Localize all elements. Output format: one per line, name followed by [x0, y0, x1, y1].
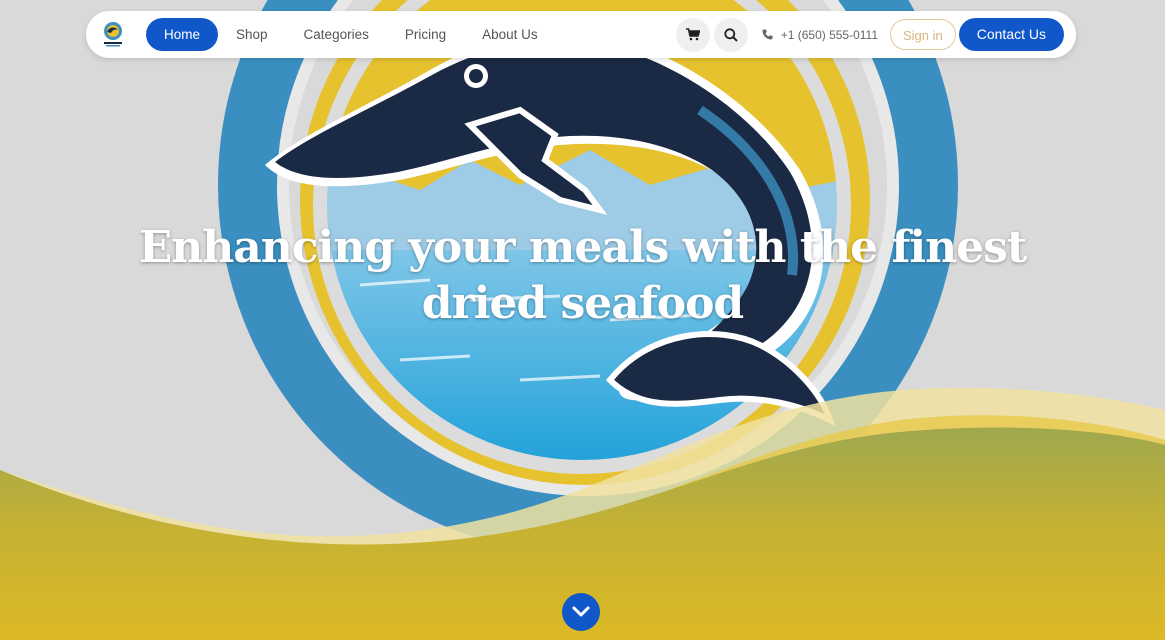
phone-contact[interactable]: +1 (650) 555-0111 — [762, 28, 878, 42]
contact-us-button[interactable]: Contact Us — [958, 18, 1064, 51]
nav-link-about-us[interactable]: About Us — [464, 18, 556, 51]
phone-number: +1 (650) 555-0111 — [780, 27, 878, 42]
dolphin-logo-icon[interactable] — [101, 21, 125, 47]
cart-button[interactable] — [675, 17, 710, 52]
nav-links: Home Shop Categories Pricing About Us — [146, 18, 556, 51]
chevron-down-icon — [572, 606, 590, 617]
cart-icon — [685, 28, 700, 41]
phone-icon — [762, 29, 773, 40]
sign-in-button[interactable]: Sign in — [890, 19, 956, 50]
nav-link-home[interactable]: Home — [146, 18, 219, 51]
nav-link-shop[interactable]: Shop — [218, 18, 286, 51]
nav-link-categories[interactable]: Categories — [286, 18, 387, 51]
scroll-down-button[interactable] — [562, 593, 600, 631]
hero-title: Enhancing your meals with the finest dri… — [138, 222, 1027, 329]
top-navbar: Home Shop Categories Pricing About Us +1 — [86, 11, 1076, 58]
search-button[interactable] — [713, 17, 748, 52]
nav-link-pricing[interactable]: Pricing — [387, 18, 464, 51]
search-icon — [724, 27, 738, 42]
nav-actions: +1 (650) 555-0111 Sign in Contact Us — [675, 17, 1064, 52]
